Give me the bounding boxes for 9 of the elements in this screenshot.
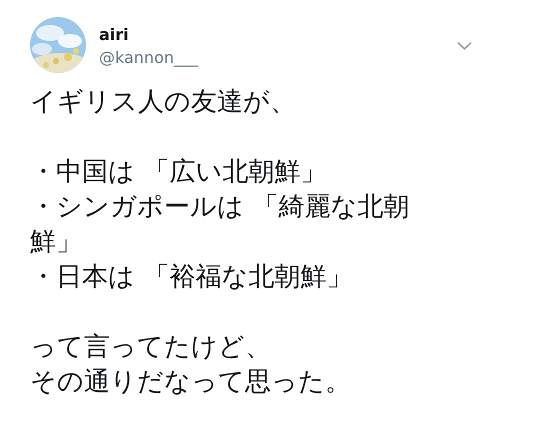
author-handle[interactable]: @kannon___ (99, 46, 198, 70)
chevron-down-icon[interactable] (457, 41, 472, 51)
tweet-text-line: ・日本は 「裕福な北朝鮮」 (30, 261, 352, 294)
tweet-text-line: ・シンガポールは 「綺麗な北朝鮮」 (30, 191, 410, 259)
author-name[interactable]: airi (99, 24, 198, 46)
tweet-text-line: イギリス人の友達が、 (30, 86, 296, 119)
tweet-text-line: ・中国は 「広い北朝鮮」 (30, 156, 326, 189)
tweet-text-line: って言ってたけど、 (30, 331, 271, 364)
tweet-text-line: その通りだなって思った。 (30, 366, 351, 399)
